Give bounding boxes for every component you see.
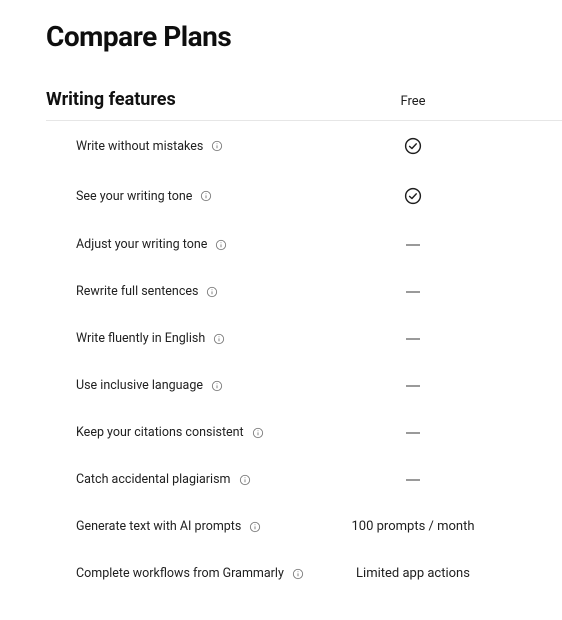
- plan-value-free: [348, 385, 478, 387]
- feature-left: Complete workflows from Grammarly: [76, 566, 304, 581]
- feature-left: See your writing tone: [76, 189, 212, 204]
- info-icon[interactable]: [249, 521, 261, 533]
- check-icon: [404, 137, 422, 155]
- feature-row: See your writing tone: [46, 171, 562, 221]
- feature-label: Write fluently in English: [76, 331, 205, 346]
- plan-value-free: Limited app actions: [348, 566, 478, 581]
- feature-row: Use inclusive language: [46, 362, 562, 409]
- info-icon[interactable]: [215, 239, 227, 251]
- plan-value-free: [348, 291, 478, 293]
- section-title: Writing features: [46, 89, 176, 110]
- feature-left: Keep your citations consistent: [76, 425, 264, 440]
- info-icon[interactable]: [206, 286, 218, 298]
- plan-value-free: [348, 244, 478, 246]
- dash-icon: [406, 385, 420, 387]
- feature-label: See your writing tone: [76, 189, 192, 204]
- feature-left: Write fluently in English: [76, 331, 225, 346]
- feature-row: Generate text with AI prompts 100 prompt…: [46, 503, 562, 550]
- feature-row: Complete workflows from Grammarly Limite…: [46, 550, 562, 597]
- feature-left: Rewrite full sentences: [76, 284, 218, 299]
- dash-icon: [406, 432, 420, 434]
- feature-row: Write without mistakes: [46, 121, 562, 171]
- feature-row: Catch accidental plagiarism: [46, 456, 562, 503]
- dash-icon: [406, 479, 420, 481]
- feature-label: Write without mistakes: [76, 139, 203, 154]
- feature-label: Rewrite full sentences: [76, 284, 198, 299]
- dash-icon: [406, 244, 420, 246]
- check-icon: [404, 187, 422, 205]
- info-icon[interactable]: [200, 190, 212, 202]
- feature-label: Use inclusive language: [76, 378, 203, 393]
- feature-label: Complete workflows from Grammarly: [76, 566, 284, 581]
- feature-left: Write without mistakes: [76, 139, 223, 154]
- page-title: Compare Plans: [46, 20, 562, 53]
- plan-value-free: [348, 137, 478, 155]
- plan-value-free: 100 prompts / month: [348, 519, 478, 534]
- feature-left: Generate text with AI prompts: [76, 519, 261, 534]
- info-icon[interactable]: [239, 474, 251, 486]
- feature-row: Keep your citations consistent: [46, 409, 562, 456]
- dash-icon: [406, 291, 420, 293]
- feature-label: Catch accidental plagiarism: [76, 472, 231, 487]
- plan-column-free: Free: [348, 94, 478, 109]
- plan-value-free: [348, 432, 478, 434]
- feature-left: Catch accidental plagiarism: [76, 472, 251, 487]
- feature-list: Write without mistakes See your writing …: [46, 121, 562, 597]
- feature-label: Keep your citations consistent: [76, 425, 244, 440]
- info-icon[interactable]: [211, 140, 223, 152]
- comparison-header: Writing features Free: [46, 89, 562, 121]
- feature-label: Adjust your writing tone: [76, 237, 207, 252]
- feature-left: Use inclusive language: [76, 378, 223, 393]
- info-icon[interactable]: [211, 380, 223, 392]
- info-icon[interactable]: [252, 427, 264, 439]
- plan-value-free: [348, 338, 478, 340]
- plan-value-free: [348, 479, 478, 481]
- info-icon[interactable]: [292, 568, 304, 580]
- info-icon[interactable]: [213, 333, 225, 345]
- feature-row: Adjust your writing tone: [46, 221, 562, 268]
- feature-label: Generate text with AI prompts: [76, 519, 241, 534]
- dash-icon: [406, 338, 420, 340]
- feature-row: Rewrite full sentences: [46, 268, 562, 315]
- feature-row: Write fluently in English: [46, 315, 562, 362]
- feature-left: Adjust your writing tone: [76, 237, 227, 252]
- plan-value-free: [348, 187, 478, 205]
